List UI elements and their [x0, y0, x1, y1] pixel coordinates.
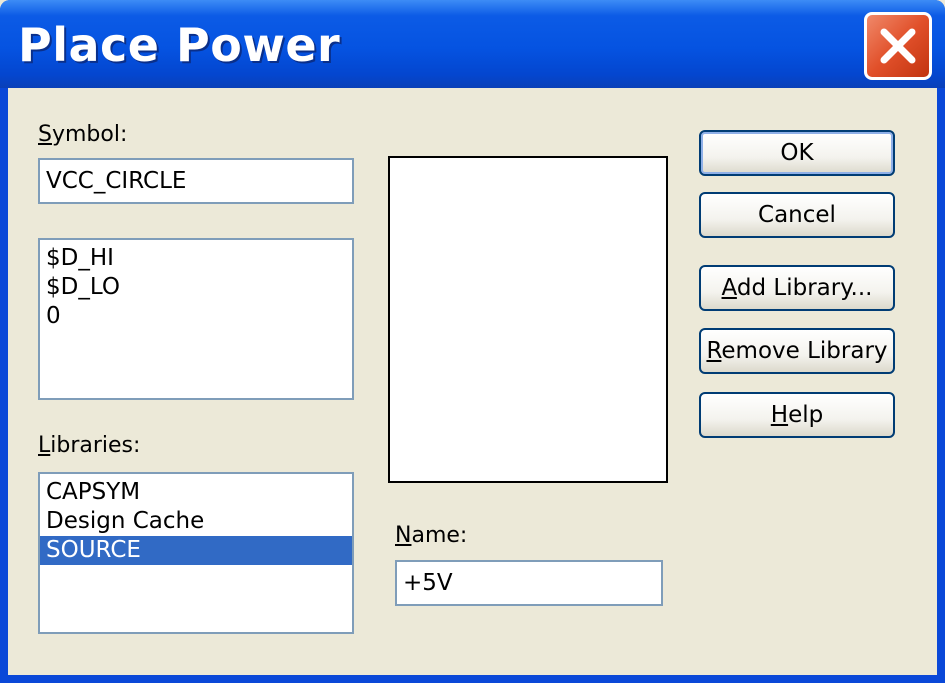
list-item-selected[interactable]: SOURCE — [40, 536, 352, 565]
list-item[interactable]: CAPSYM — [40, 478, 352, 507]
dialog-title: Place Power — [18, 18, 341, 72]
help-button[interactable]: Help — [699, 392, 895, 438]
close-button[interactable] — [864, 12, 932, 80]
name-input[interactable]: +5V — [395, 560, 663, 606]
libraries-label: Libraries: — [38, 433, 141, 458]
libraries-list[interactable]: CAPSYM Design Cache SOURCE — [38, 472, 354, 634]
symbol-input[interactable]: VCC_CIRCLE — [38, 158, 354, 204]
ok-button[interactable]: OK — [699, 130, 895, 176]
close-icon — [880, 28, 916, 64]
list-item[interactable]: $D_HI — [40, 244, 352, 273]
add-library-button[interactable]: Add Library... — [699, 265, 895, 311]
remove-library-button[interactable]: Remove Library — [699, 328, 895, 374]
cancel-button[interactable]: Cancel — [699, 192, 895, 238]
symbol-list[interactable]: $D_HI $D_LO 0 — [38, 238, 354, 400]
place-power-dialog: Place Power Symbol: VCC_CIRCLE $D_HI $D_… — [0, 0, 945, 683]
dialog-client-area: Symbol: VCC_CIRCLE $D_HI $D_LO 0 Librari… — [8, 88, 937, 675]
list-item[interactable]: 0 — [40, 302, 352, 331]
list-item[interactable]: $D_LO — [40, 273, 352, 302]
title-bar[interactable]: Place Power — [0, 0, 945, 88]
symbol-preview — [388, 156, 668, 483]
name-label: Name: — [395, 523, 468, 548]
list-item[interactable]: Design Cache — [40, 507, 352, 536]
symbol-label: Symbol: — [38, 122, 128, 147]
